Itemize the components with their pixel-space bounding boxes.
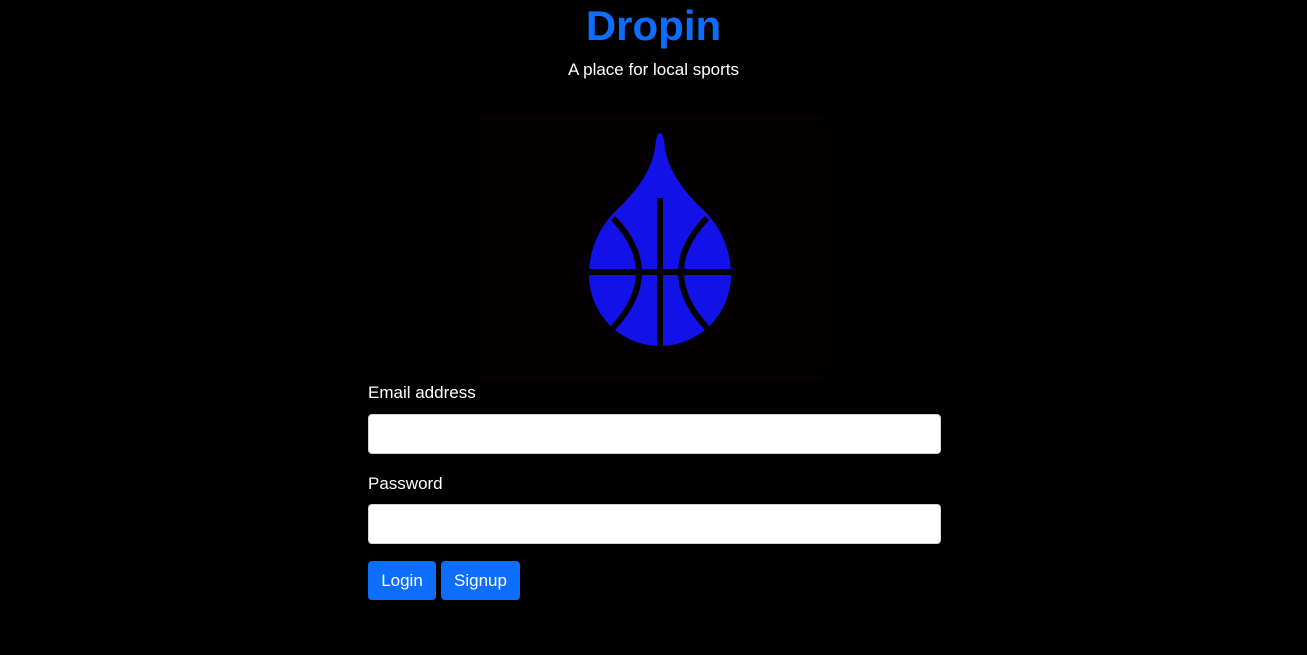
login-page: Dropin A place for local sports Email ad… (0, 0, 1307, 655)
login-button[interactable]: Login (368, 561, 436, 600)
page-subtitle: A place for local sports (567, 60, 740, 79)
email-field[interactable] (368, 414, 941, 454)
logo (479, 118, 825, 380)
signup-button[interactable]: Signup (441, 561, 520, 600)
password-field[interactable] (368, 504, 941, 544)
basketball-drop-icon (583, 133, 737, 353)
page-title: Dropin (585, 2, 722, 49)
password-label: Password (368, 474, 443, 493)
email-label: Email address (368, 383, 476, 402)
